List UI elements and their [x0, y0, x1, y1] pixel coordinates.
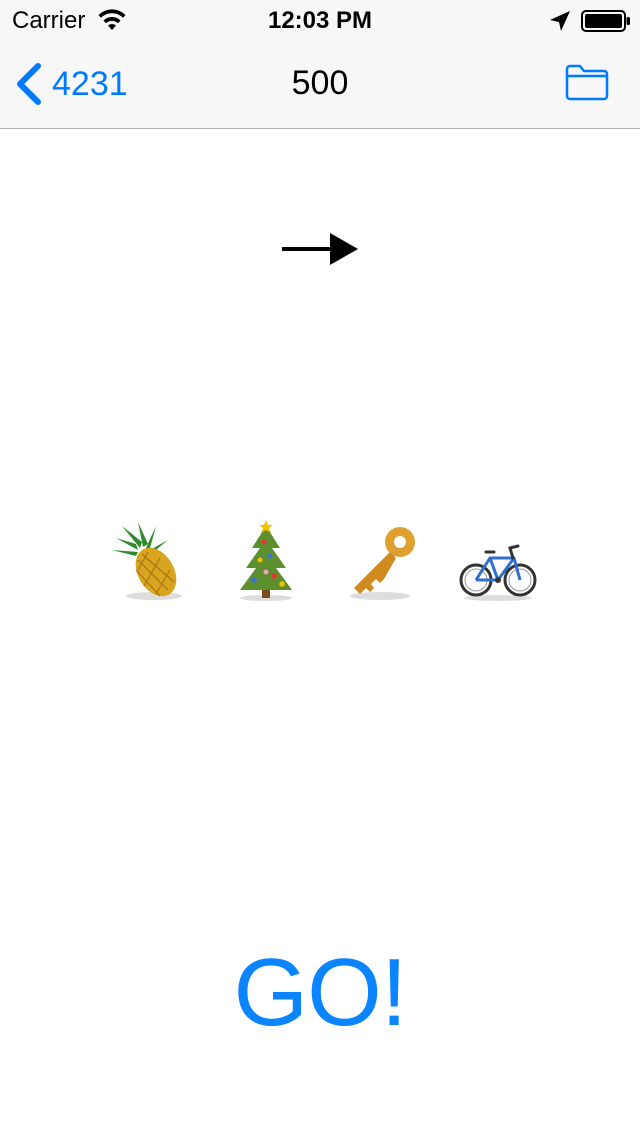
christmas-tree-icon	[240, 520, 292, 601]
bicycle-icon	[459, 544, 537, 601]
right-arrow-icon	[282, 233, 358, 265]
status-bar: Carrier 12:03 PM	[0, 0, 640, 40]
go-button[interactable]: GO!	[0, 938, 640, 1048]
battery-icon	[581, 10, 630, 32]
top-bar: Carrier 12:03 PM 4231 500	[0, 0, 640, 129]
location-arrow-icon	[550, 11, 570, 31]
emoji-row	[108, 520, 540, 605]
navigation-bar: 4231 500	[0, 40, 640, 128]
key-icon	[350, 527, 415, 600]
screen: Carrier 12:03 PM 4231 500 GO!	[0, 0, 640, 1136]
clock-time: 12:03 PM	[267, 7, 373, 34]
page-title: 500	[291, 64, 349, 102]
pineapple-icon	[112, 522, 182, 600]
folder-icon[interactable]	[565, 63, 609, 101]
